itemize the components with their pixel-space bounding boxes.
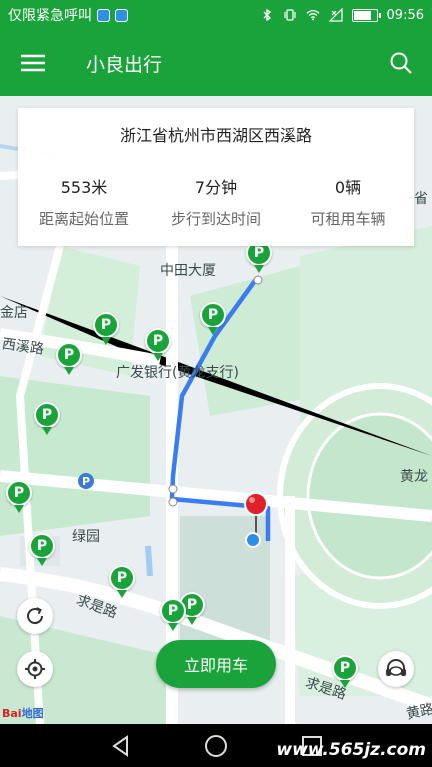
map-label-sheng: 省 (414, 191, 428, 207)
wifi-icon (305, 9, 320, 21)
status-bar: 仅限紧急呼叫 09:56 (0, 0, 432, 30)
back-icon (112, 735, 128, 757)
home-button[interactable] (200, 730, 232, 762)
stat-label: 步行到达时间 (170, 210, 261, 228)
app-bar: 小良出行 (0, 30, 432, 96)
back-button[interactable] (105, 730, 137, 762)
locate-icon (25, 659, 45, 679)
map-label-huanglong: 黄龙 (400, 469, 428, 485)
map-label-lvyuan: 绿园 (72, 529, 100, 545)
bike-marker[interactable]: P (93, 312, 119, 346)
refresh-button[interactable] (17, 598, 53, 634)
stat-label: 距离起始位置 (38, 210, 129, 228)
bike-marker[interactable]: P (160, 598, 186, 632)
watermark: www.565jz.com (276, 740, 426, 760)
location-info-card: 浙江省杭州市西湖区西溪路 553米 距离起始位置 7分钟 步行到达时间 0辆 可… (18, 108, 414, 246)
home-icon (205, 735, 227, 757)
bike-marker[interactable]: P (56, 342, 82, 376)
emergency-text: 仅限紧急呼叫 (8, 8, 92, 24)
stat-value: 7分钟 (194, 178, 238, 197)
map-label-jin-store: 金店 (0, 305, 28, 321)
search-button[interactable] (370, 30, 432, 96)
headset-icon (386, 659, 406, 676)
vibrate-icon (283, 9, 296, 21)
baidu-map-logo: Bai地图 (2, 707, 44, 720)
map-label-zhongtian: 中田大厦 (160, 263, 216, 279)
stats-row: 553米 距离起始位置 7分钟 步行到达时间 0辆 可租用车辆 (18, 174, 414, 229)
address-text: 浙江省杭州市西湖区西溪路 (119, 126, 312, 145)
rent-now-button[interactable]: 立即用车 (156, 640, 276, 688)
parking-lot-icon: P (78, 473, 94, 489)
app-title: 小良出行 (86, 53, 163, 76)
bike-marker[interactable]: P (34, 402, 60, 436)
hamburger-icon (21, 54, 45, 72)
customer-service-button[interactable] (378, 651, 414, 687)
bike-marker[interactable]: P (332, 655, 358, 689)
bike-marker[interactable]: P (6, 480, 32, 514)
bike-marker[interactable]: P (200, 302, 226, 336)
bike-marker[interactable]: P (109, 565, 135, 599)
bike-marker[interactable]: P (29, 533, 55, 567)
locate-button[interactable] (17, 651, 53, 687)
clock: 09:56 (386, 7, 424, 23)
bike-marker[interactable]: P (145, 328, 171, 362)
map-label-guangfa: 广发银行(黄龙支行) (116, 365, 239, 381)
no-signal-icon (328, 8, 343, 22)
menu-button[interactable] (0, 30, 66, 96)
image-icon (115, 8, 128, 22)
notification-icon (97, 8, 110, 22)
battery-icon (351, 8, 381, 22)
stat-walk-time: 7分钟 步行到达时间 (150, 174, 282, 229)
stat-value: 0辆 (334, 178, 362, 197)
current-location-dot (245, 532, 261, 548)
stat-value: 553米 (60, 178, 108, 197)
search-icon (390, 52, 412, 74)
refresh-icon (27, 607, 44, 625)
bluetooth-icon (263, 8, 271, 22)
stat-distance: 553米 距离起始位置 (18, 174, 150, 229)
destination-pin-icon (244, 492, 268, 534)
stat-label: 可租用车辆 (310, 210, 386, 228)
stat-available-bikes: 0辆 可租用车辆 (282, 174, 414, 229)
